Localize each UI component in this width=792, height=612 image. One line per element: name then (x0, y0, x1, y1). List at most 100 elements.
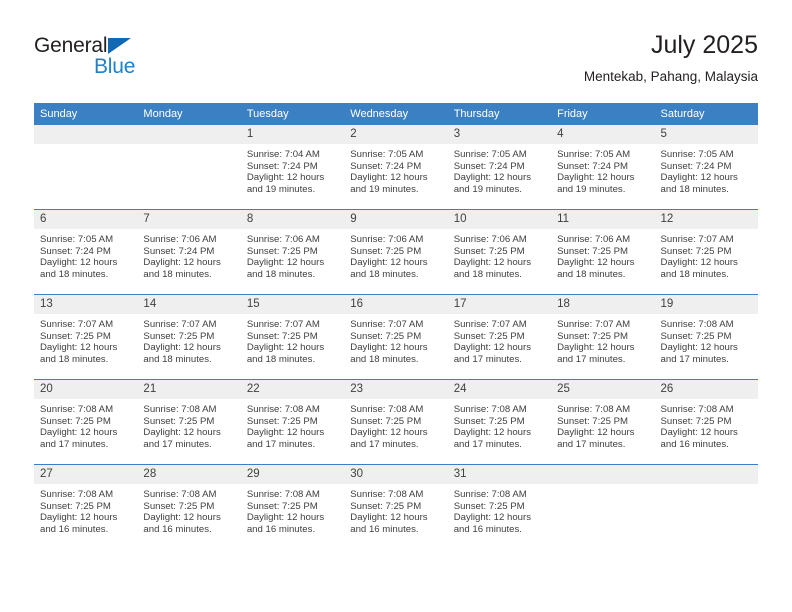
daylight-text: Daylight: 12 hours and 17 minutes. (453, 427, 532, 450)
calendar-day-cell-empty (137, 125, 241, 210)
sunset-text: Sunset: 7:25 PM (453, 500, 525, 512)
calendar-day-cell[interactable]: 23 Sunrise: 7:08 AM Sunset: 7:25 PM Dayligh… (344, 379, 448, 465)
sunset-text: Sunset: 7:24 PM (557, 160, 629, 172)
calendar-day-cell[interactable]: 6 Sunrise: 7:05 AM Sunset: 7:24 PM Daylight… (34, 209, 138, 295)
sunrise-text: Sunrise: 7:08 AM (557, 404, 631, 415)
daylight-text: Daylight: 12 hours and 16 minutes. (453, 512, 532, 535)
day-number: 10 (447, 210, 552, 229)
calendar-day-cell[interactable]: 24 Sunrise: 7:08 AM Sunset: 7:25 PM Dayligh… (447, 379, 552, 465)
day-details: Sunrise: 7:07 AM Sunset: 7:25 PM Daylight:… (241, 314, 344, 365)
weekday-header-tuesday: Tuesday (240, 103, 345, 125)
sunrise-text: Sunrise: 7:08 AM (40, 404, 114, 415)
sunset-text: Sunset: 7:24 PM (453, 160, 525, 172)
calendar-day-cell[interactable]: 4 Sunrise: 7:05 AM Sunset: 7:24 PM Daylight… (551, 125, 655, 210)
calendar-day-cell[interactable]: 13 Sunrise: 7:07 AM Sunset: 7:25 PM Dayligh… (34, 294, 138, 380)
calendar-day-cell[interactable]: 14 Sunrise: 7:07 AM Sunset: 7:25 PM Dayligh… (137, 294, 241, 380)
sunrise-text: Sunrise: 7:05 AM (40, 234, 114, 245)
calendar-day-cell[interactable]: 17 Sunrise: 7:07 AM Sunset: 7:25 PM Dayligh… (447, 294, 552, 380)
calendar-day-cell[interactable]: 20 Sunrise: 7:08 AM Sunset: 7:25 PM Dayligh… (34, 379, 138, 465)
calendar-day-cell[interactable]: 19 Sunrise: 7:08 AM Sunset: 7:25 PM Dayligh… (654, 294, 758, 380)
calendar-day-cell[interactable]: 30 Sunrise: 7:08 AM Sunset: 7:25 PM Dayligh… (344, 464, 448, 549)
calendar-day-cell[interactable]: 12 Sunrise: 7:07 AM Sunset: 7:25 PM Dayligh… (654, 209, 758, 295)
day-details: Sunrise: 7:07 AM Sunset: 7:25 PM Daylight:… (344, 314, 447, 365)
day-cell-inner: 23 Sunrise: 7:08 AM Sunset: 7:25 PM Dayligh… (344, 380, 448, 464)
day-number: 20 (34, 380, 138, 399)
sunset-text: Sunset: 7:25 PM (557, 245, 629, 257)
day-number: 5 (654, 125, 758, 144)
calendar-day-cell[interactable]: 21 Sunrise: 7:08 AM Sunset: 7:25 PM Dayligh… (137, 379, 241, 465)
calendar-day-cell[interactable]: 2 Sunrise: 7:05 AM Sunset: 7:24 PM Daylight… (344, 125, 448, 210)
sunrise-text: Sunrise: 7:06 AM (453, 234, 527, 245)
day-details: Sunrise: 7:06 AM Sunset: 7:25 PM Daylight:… (241, 229, 344, 280)
daylight-text: Daylight: 12 hours and 16 minutes. (246, 512, 325, 535)
calendar-day-cell[interactable]: 7 Sunrise: 7:06 AM Sunset: 7:24 PM Daylight… (137, 209, 241, 295)
calendar-day-cell[interactable]: 28 Sunrise: 7:08 AM Sunset: 7:25 PM Dayligh… (137, 464, 241, 549)
day-cell-inner: 24 Sunrise: 7:08 AM Sunset: 7:25 PM Dayligh… (447, 380, 552, 464)
daylight-text: Daylight: 12 hours and 18 minutes. (350, 257, 428, 280)
calendar-day-cell[interactable]: 9 Sunrise: 7:06 AM Sunset: 7:25 PM Daylight… (344, 209, 448, 295)
sunset-text: Sunset: 7:25 PM (246, 330, 318, 342)
sunrise-text: Sunrise: 7:07 AM (350, 319, 424, 330)
calendar-day-cell[interactable]: 18 Sunrise: 7:07 AM Sunset: 7:25 PM Dayligh… (551, 294, 655, 380)
general-blue-logo[interactable]: General Blue (34, 34, 234, 79)
day-details (34, 144, 137, 149)
day-details: Sunrise: 7:08 AM Sunset: 7:25 PM Daylight:… (655, 314, 758, 365)
day-cell-inner: 13 Sunrise: 7:07 AM Sunset: 7:25 PM Dayligh… (34, 295, 138, 379)
day-cell-inner: 6 Sunrise: 7:05 AM Sunset: 7:24 PM Daylight… (34, 210, 138, 294)
daylight-text: Daylight: 12 hours and 17 minutes. (557, 427, 635, 450)
daylight-text: Daylight: 12 hours and 17 minutes. (557, 342, 635, 365)
calendar-day-cell[interactable]: 29 Sunrise: 7:08 AM Sunset: 7:25 PM Dayligh… (240, 464, 345, 549)
sunrise-text: Sunrise: 7:08 AM (660, 319, 734, 330)
day-number: 11 (551, 210, 655, 229)
day-cell-inner: 20 Sunrise: 7:08 AM Sunset: 7:25 PM Dayligh… (34, 380, 138, 464)
sunrise-text: Sunrise: 7:08 AM (453, 404, 527, 415)
sunrise-text: Sunrise: 7:07 AM (143, 319, 217, 330)
sunset-text: Sunset: 7:25 PM (143, 330, 215, 342)
sunrise-text: Sunrise: 7:08 AM (143, 404, 217, 415)
logo-text-general: General (34, 34, 108, 57)
day-details: Sunrise: 7:04 AM Sunset: 7:24 PM Daylight:… (241, 144, 344, 195)
day-details: Sunrise: 7:08 AM Sunset: 7:25 PM Daylight:… (344, 484, 447, 535)
sunset-text: Sunset: 7:25 PM (557, 415, 629, 427)
day-cell-inner: 22 Sunrise: 7:08 AM Sunset: 7:25 PM Dayligh… (240, 380, 345, 464)
daylight-text: Daylight: 12 hours and 18 minutes. (143, 257, 221, 280)
daylight-text: Daylight: 12 hours and 19 minutes. (453, 172, 532, 195)
weekday-header-sunday: Sunday (34, 103, 138, 125)
logo-text-blue: Blue (94, 55, 136, 78)
day-details: Sunrise: 7:07 AM Sunset: 7:25 PM Daylight:… (448, 314, 551, 365)
day-number: 4 (551, 125, 655, 144)
daylight-text: Daylight: 12 hours and 17 minutes. (143, 427, 221, 450)
daylight-text: Daylight: 12 hours and 18 minutes. (143, 342, 221, 365)
day-number: 26 (654, 380, 758, 399)
calendar-week-row: 13 Sunrise: 7:07 AM Sunset: 7:25 PM Dayligh… (34, 294, 758, 380)
calendar-grid: Sunday Monday Tuesday Wednesday Thursday… (34, 103, 758, 549)
day-cell-inner: 29 Sunrise: 7:08 AM Sunset: 7:25 PM Dayligh… (240, 465, 345, 549)
day-details: Sunrise: 7:07 AM Sunset: 7:25 PM Daylight:… (655, 229, 758, 280)
daylight-text: Daylight: 12 hours and 17 minutes. (246, 427, 325, 450)
calendar-day-cell[interactable]: 26 Sunrise: 7:08 AM Sunset: 7:25 PM Dayligh… (654, 379, 758, 465)
calendar-day-cell[interactable]: 3 Sunrise: 7:05 AM Sunset: 7:24 PM Daylight… (447, 125, 552, 210)
weekday-header-thursday: Thursday (447, 103, 552, 125)
day-details: Sunrise: 7:08 AM Sunset: 7:25 PM Daylight:… (551, 399, 654, 450)
calendar-day-cell[interactable]: 25 Sunrise: 7:08 AM Sunset: 7:25 PM Dayligh… (551, 379, 655, 465)
day-details: Sunrise: 7:05 AM Sunset: 7:24 PM Daylight:… (344, 144, 447, 195)
calendar-day-cell[interactable]: 16 Sunrise: 7:07 AM Sunset: 7:25 PM Dayligh… (344, 294, 448, 380)
calendar-day-cell[interactable]: 10 Sunrise: 7:06 AM Sunset: 7:25 PM Dayligh… (447, 209, 552, 295)
calendar-day-cell[interactable]: 8 Sunrise: 7:06 AM Sunset: 7:25 PM Daylight… (240, 209, 345, 295)
calendar-day-cell[interactable]: 31 Sunrise: 7:08 AM Sunset: 7:25 PM Dayligh… (447, 464, 552, 549)
sunrise-text: Sunrise: 7:08 AM (660, 404, 734, 415)
sunset-text: Sunset: 7:25 PM (40, 330, 111, 342)
calendar-day-cell[interactable]: 27 Sunrise: 7:08 AM Sunset: 7:25 PM Dayligh… (34, 464, 138, 549)
sunset-text: Sunset: 7:25 PM (350, 245, 422, 257)
day-details: Sunrise: 7:07 AM Sunset: 7:25 PM Daylight:… (34, 314, 137, 365)
sunrise-text: Sunrise: 7:07 AM (557, 319, 631, 330)
calendar-day-cell[interactable]: 22 Sunrise: 7:08 AM Sunset: 7:25 PM Dayligh… (240, 379, 345, 465)
day-number (551, 465, 655, 484)
calendar-day-cell[interactable]: 15 Sunrise: 7:07 AM Sunset: 7:25 PM Dayligh… (240, 294, 345, 380)
page-title: July 2025 (650, 31, 758, 59)
day-cell-inner: 8 Sunrise: 7:06 AM Sunset: 7:25 PM Daylight… (240, 210, 345, 294)
calendar-day-cell[interactable]: 5 Sunrise: 7:05 AM Sunset: 7:24 PM Daylight… (654, 125, 758, 210)
calendar-day-cell[interactable]: 11 Sunrise: 7:06 AM Sunset: 7:25 PM Dayligh… (551, 209, 655, 295)
page-header: General Blue July 2025 Mentekab, Pahang,… (34, 30, 758, 92)
calendar-day-cell[interactable]: 1 Sunrise: 7:04 AM Sunset: 7:24 PM Daylight… (240, 125, 345, 210)
